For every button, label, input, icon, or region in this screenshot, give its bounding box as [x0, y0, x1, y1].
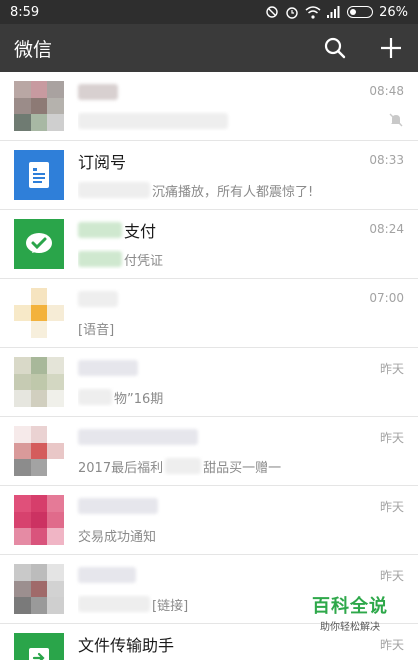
battery-icon	[347, 6, 374, 18]
status-time: 8:59	[10, 4, 40, 20]
chat-row[interactable]: 08:48	[0, 72, 418, 141]
chat-preview-text-a: 2017最后福利	[78, 460, 164, 476]
chat-preview-text: 沉痛播放，所有人都震惊了!	[152, 184, 314, 200]
chat-row[interactable]: 订阅号 沉痛播放，所有人都震惊了! 08:33	[0, 141, 418, 210]
chat-preview: 物”16期	[78, 387, 418, 407]
avatar	[14, 81, 64, 131]
avatar	[14, 426, 64, 476]
chat-preview-text: [链接]	[152, 598, 189, 614]
battery-fill	[350, 9, 357, 15]
signal-icon	[327, 6, 340, 18]
chat-body: [语音]	[78, 288, 418, 338]
chat-preview-text: 付凭证	[124, 253, 164, 269]
chat-name-text: 支付	[124, 222, 157, 241]
mute-bell-icon	[389, 113, 403, 127]
chat-name	[78, 81, 418, 103]
avatar	[14, 495, 64, 545]
avatar-image	[14, 426, 64, 476]
chat-time: 08:48	[369, 84, 404, 98]
avatar-image	[14, 495, 64, 545]
avatar	[14, 564, 64, 614]
avatar-image	[14, 81, 64, 131]
chat-list: 08:48 订阅号 沉痛播放，所有人都震惊了! 08:33 支付 付凭证 08:…	[0, 72, 418, 660]
file-transfer-avatar	[14, 633, 64, 660]
chat-time: 昨天	[379, 569, 404, 583]
file-transfer-icon	[29, 648, 49, 660]
chat-body: 物”16期	[78, 357, 418, 407]
avatar-image	[14, 564, 64, 614]
chat-preview: 交易成功通知	[78, 529, 157, 545]
document-icon	[29, 162, 49, 188]
chat-name: 订阅号	[78, 153, 127, 172]
chat-name	[78, 288, 418, 310]
chat-preview-text: 物”16期	[114, 391, 164, 407]
avatar-image	[14, 288, 64, 338]
watermark-subtitle: 助你轻松解决	[320, 622, 380, 633]
chat-preview: 2017最后福利 甜品买一赠一	[78, 456, 418, 476]
status-bar: 8:59 26%	[0, 0, 418, 24]
search-icon	[324, 37, 346, 59]
subscription-avatar	[14, 150, 64, 200]
chat-time: 07:00	[369, 291, 404, 305]
chat-name	[78, 564, 418, 586]
chat-preview	[78, 111, 418, 131]
chat-name	[78, 426, 418, 448]
chat-time: 08:24	[369, 222, 404, 236]
battery-percent: 26%	[379, 4, 408, 20]
chat-time: 昨天	[379, 500, 404, 514]
chat-body: 支付 付凭证	[78, 219, 418, 269]
app-bar: 微信	[0, 24, 418, 72]
avatar-image	[14, 357, 64, 407]
plus-icon	[381, 38, 401, 58]
chat-body: 文件传输助手	[78, 633, 418, 660]
chat-time: 昨天	[379, 362, 404, 376]
chat-row[interactable]: 支付 付凭证 08:24	[0, 210, 418, 279]
add-button[interactable]	[378, 35, 404, 61]
search-button[interactable]	[322, 35, 348, 61]
chat-time: 昨天	[379, 638, 404, 652]
chat-row[interactable]: 2017最后福利 甜品买一赠一 昨天	[0, 417, 418, 486]
chat-time: 08:33	[369, 153, 404, 167]
chat-body	[78, 81, 418, 131]
chat-row[interactable]: 物”16期 昨天	[0, 348, 418, 417]
avatar	[14, 288, 64, 338]
chat-preview: [语音]	[78, 322, 115, 338]
chat-body: 交易成功通知	[78, 495, 418, 545]
chat-body: 2017最后福利 甜品买一赠一	[78, 426, 418, 476]
wechat-pay-icon	[26, 233, 52, 253]
alarm-icon	[286, 7, 298, 19]
rotation-lock-icon	[266, 6, 278, 18]
chat-time: 昨天	[379, 431, 404, 445]
chat-body: 订阅号 沉痛播放，所有人都震惊了!	[78, 150, 418, 200]
chat-row[interactable]: [语音] 07:00	[0, 279, 418, 348]
chat-name	[78, 357, 418, 379]
chat-row[interactable]: 交易成功通知 昨天	[0, 486, 418, 555]
chat-name: 文件传输助手	[78, 636, 175, 655]
wifi-icon	[305, 5, 321, 19]
status-icons: 26%	[265, 5, 408, 20]
chat-name: 支付	[78, 219, 418, 241]
watermark-title: 百科全说	[312, 596, 388, 617]
battery-indicator	[347, 6, 374, 18]
chat-preview: 付凭证	[78, 249, 418, 269]
avatar	[14, 357, 64, 407]
app-title: 微信	[14, 38, 53, 61]
wechat-pay-avatar	[14, 219, 64, 269]
watermark: 百科全说 助你轻松解决	[312, 592, 388, 633]
chat-name	[78, 495, 418, 517]
chat-preview-text-b: 甜品买一赠一	[203, 460, 282, 476]
app-actions	[322, 35, 404, 61]
chat-preview: 沉痛播放，所有人都震惊了!	[78, 180, 418, 200]
